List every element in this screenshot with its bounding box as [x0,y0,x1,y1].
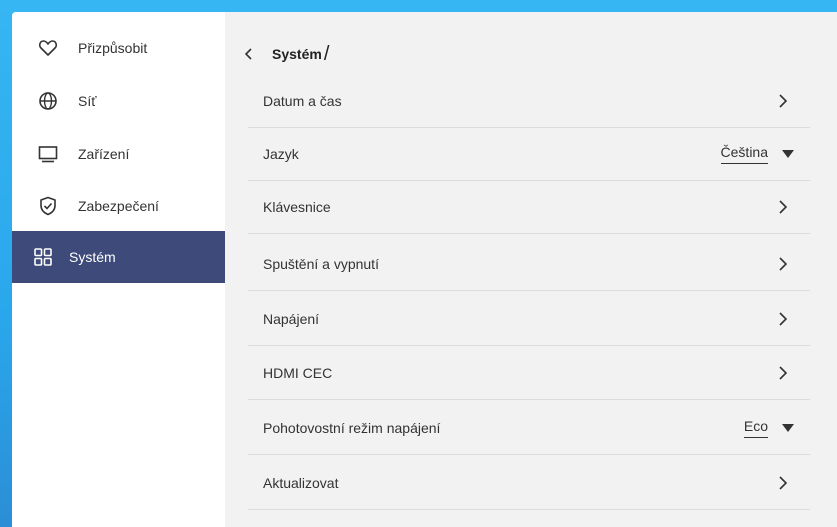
chevron-right-icon [779,366,788,380]
settings-row-keyboard[interactable]: Klávesnice [248,181,810,234]
monitor-icon [38,146,58,163]
settings-row-update[interactable]: Aktualizovat [248,457,810,510]
sidebar-item-label: Přizpůsobit [78,40,148,56]
settings-row-hdmi-cec[interactable]: HDMI CEC [248,347,810,400]
globe-icon [39,92,57,110]
language-select[interactable]: Čeština [720,144,794,164]
sidebar: Přizpůsobit Síť Zařízení Zabezpečení Sys… [12,12,225,527]
row-label: Jazyk [263,146,299,162]
back-chevron-icon[interactable] [242,47,256,61]
language-select-value: Čeština [720,144,768,164]
sidebar-item-device[interactable]: Zařízení [12,128,225,180]
row-label: Aktualizovat [263,475,339,491]
sidebar-item-system[interactable]: Systém [12,231,225,283]
breadcrumb: Systém / [242,40,329,68]
dropdown-caret-icon [782,424,794,432]
row-label: Spuštění a vypnutí [263,256,379,272]
row-label: Datum a čas [263,93,342,109]
settings-window: Přizpůsobit Síť Zařízení Zabezpečení Sys… [12,12,837,527]
row-label: Klávesnice [263,199,331,215]
chevron-right-icon [779,94,788,108]
breadcrumb-separator: / [323,42,330,65]
standby-mode-select[interactable]: Eco [743,418,794,438]
row-label: Napájení [263,311,320,327]
chevron-right-icon [779,476,788,490]
chevron-right-icon [779,200,788,214]
sidebar-item-network[interactable]: Síť [12,75,225,127]
settings-row-startup-shutdown[interactable]: Spuštění a vypnutí [248,238,810,291]
settings-row-standby-power[interactable]: Pohotovostní režim napájení Eco [248,402,810,455]
settings-row-date-time[interactable]: Datum a čas [248,75,810,128]
page-title: Systém [272,46,322,62]
sidebar-item-label: Zabezpečení [78,198,159,214]
chevron-right-icon [779,257,788,271]
sidebar-item-customize[interactable]: Přizpůsobit [12,22,225,74]
sidebar-item-label: Systém [69,249,116,265]
dropdown-caret-icon [782,150,794,158]
grid-icon [34,248,52,266]
row-label: HDMI CEC [263,365,333,381]
chevron-right-icon [779,312,788,326]
main-panel: Systém / Datum a čas Jazyk Čeština Kláve… [225,12,837,527]
standby-mode-select-value: Eco [743,418,768,438]
shield-check-icon [40,196,56,216]
settings-row-power[interactable]: Napájení [248,293,810,346]
sidebar-item-label: Zařízení [78,146,130,162]
settings-row-language[interactable]: Jazyk Čeština [248,128,810,181]
heart-icon [38,40,58,56]
row-label: Pohotovostní režim napájení [263,420,441,436]
sidebar-item-label: Síť [78,93,97,109]
sidebar-item-security[interactable]: Zabezpečení [12,180,225,232]
